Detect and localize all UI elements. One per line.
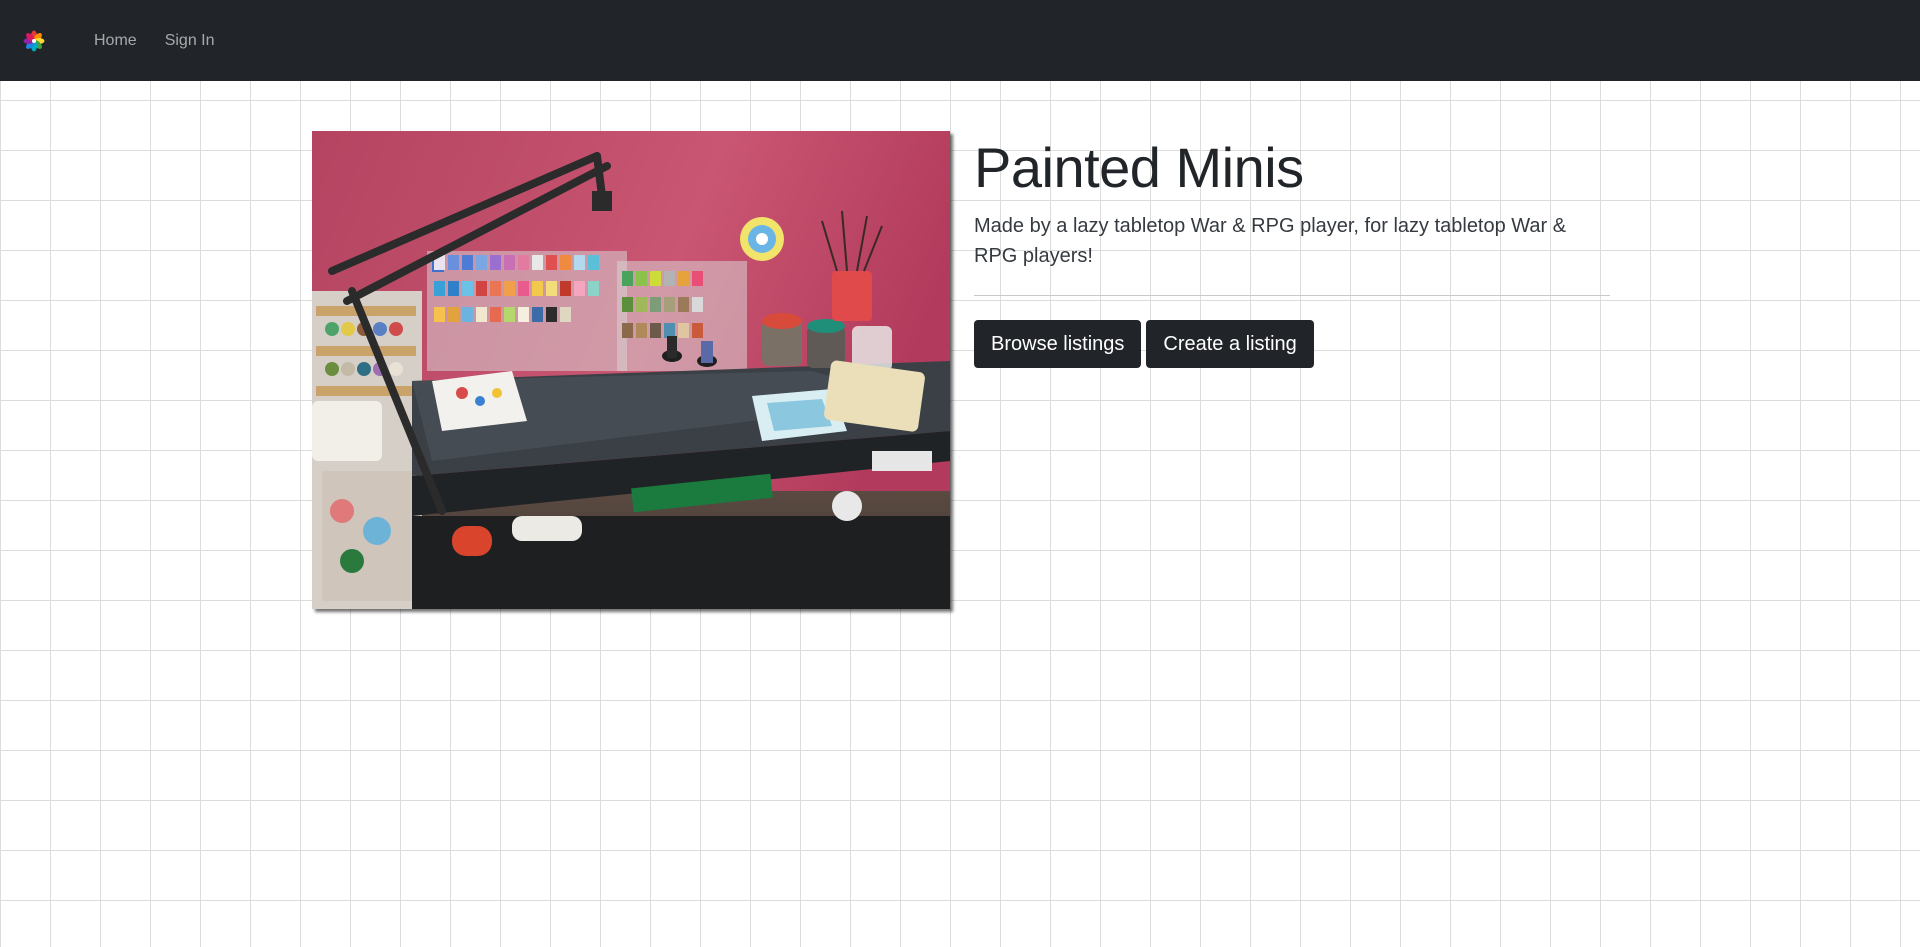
top-navbar: Home Sign In [0,0,1920,81]
hero-image [312,131,950,609]
divider [974,295,1610,297]
browse-listings-button[interactable]: Browse listings [974,320,1142,369]
hero-section: Painted Minis Made by a lazy tabletop Wa… [974,131,1610,609]
nav-home-link[interactable]: Home [94,32,137,50]
nav-sign-in-link[interactable]: Sign In [165,32,215,50]
page-title: Painted Minis [974,136,1304,199]
pinwheel-logo-icon [23,30,45,51]
create-listing-button[interactable]: Create a listing [1146,320,1314,369]
brand-logo-icon[interactable] [22,29,46,53]
main-content: Painted Minis Made by a lazy tabletop Wa… [312,131,1610,609]
hero-lead-text: Made by a lazy tabletop War & RPG player… [974,215,1567,268]
painting-desk-photo [312,131,950,609]
hero-actions: Browse listings Create a listing [974,320,1610,369]
